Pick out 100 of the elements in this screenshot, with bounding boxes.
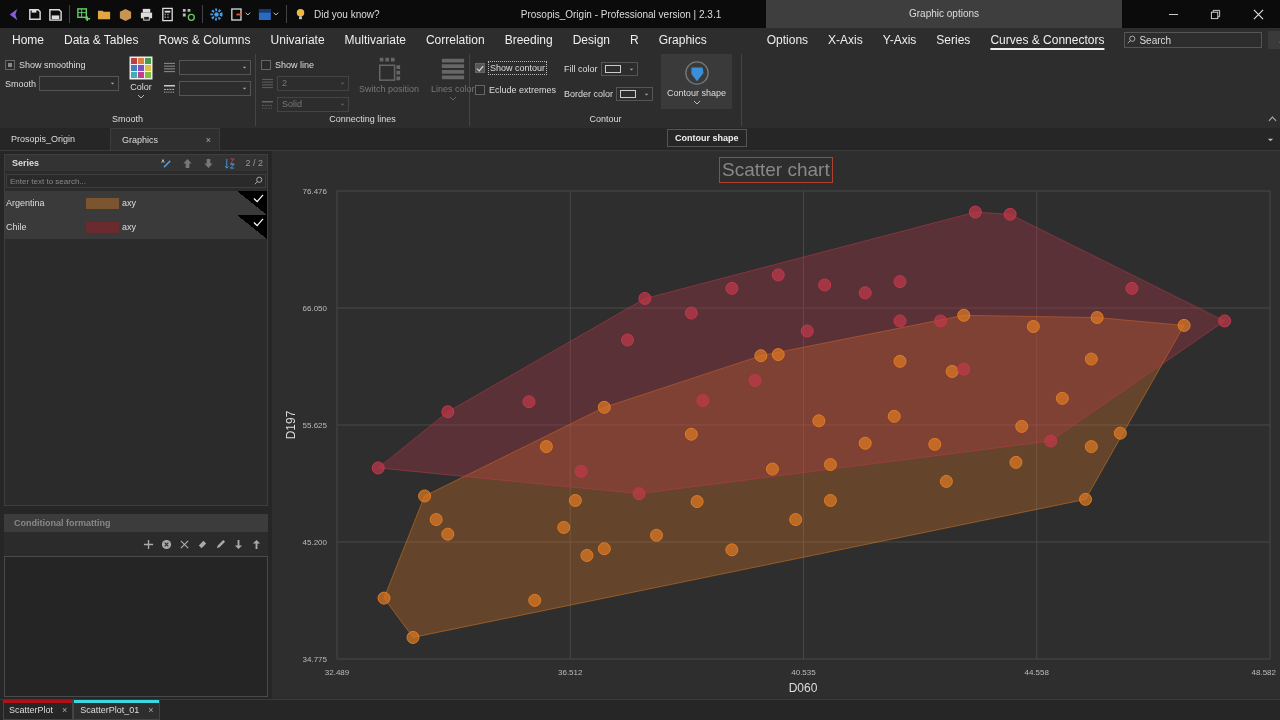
document-tab[interactable]: Graphics × xyxy=(110,128,220,150)
settings-icon[interactable] xyxy=(209,6,224,22)
sort-icon[interactable] xyxy=(224,157,236,169)
data-point xyxy=(1055,391,1069,405)
smooth-label: Smooth xyxy=(5,78,37,89)
data-point xyxy=(621,333,634,347)
check-icon xyxy=(253,218,264,227)
tab-label: Prosopis_Origin xyxy=(11,134,76,144)
restore-icon[interactable] xyxy=(1210,8,1222,20)
search-field[interactable]: Search xyxy=(1124,32,1263,48)
data-point xyxy=(1044,434,1058,448)
visibility-check[interactable] xyxy=(237,215,267,239)
dropdown-arrow-icon[interactable] xyxy=(1267,136,1274,143)
y-tick-label: 45.200 xyxy=(302,538,327,547)
data-point xyxy=(568,494,582,507)
checkbox[interactable] xyxy=(475,63,485,73)
move-down-icon[interactable] xyxy=(203,157,215,169)
edit-icon[interactable] xyxy=(215,538,226,550)
grid-icon xyxy=(376,56,402,82)
data-point xyxy=(597,542,611,556)
menu-tab[interactable]: Series xyxy=(926,31,981,49)
data-point xyxy=(771,348,785,362)
menu-tab[interactable]: Correlation xyxy=(415,31,495,49)
data-point xyxy=(818,278,832,292)
x-tick-label: 32.489 xyxy=(324,668,350,677)
series-item[interactable]: Chile axy xyxy=(5,215,267,239)
save-all-icon[interactable] xyxy=(48,6,63,22)
menu-tab[interactable]: Home xyxy=(2,31,54,49)
save-icon[interactable] xyxy=(27,6,42,22)
rename-icon[interactable] xyxy=(161,157,173,169)
close-tab-button[interactable]: × xyxy=(205,134,211,145)
theme-color-icon[interactable] xyxy=(258,6,280,22)
data-point xyxy=(957,308,971,322)
menu-tab[interactable]: Options xyxy=(756,31,819,49)
data-point xyxy=(650,528,663,542)
calculator-icon[interactable] xyxy=(160,6,175,22)
data-point xyxy=(928,437,942,451)
checkbox[interactable] xyxy=(5,60,15,70)
menu-tab[interactable]: Curves & Connectors xyxy=(980,31,1115,49)
add-table-icon[interactable] xyxy=(76,6,91,22)
menu-tab[interactable]: R xyxy=(620,31,649,49)
print-icon[interactable] xyxy=(139,6,154,22)
data-point xyxy=(684,427,698,441)
chevron-icon xyxy=(137,94,146,99)
visibility-check[interactable] xyxy=(237,191,267,215)
data-point xyxy=(371,461,385,475)
checkbox[interactable] xyxy=(475,85,485,95)
series-item[interactable]: Argentina axy xyxy=(5,191,267,215)
data-point xyxy=(574,464,588,478)
refresh-grid-icon[interactable] xyxy=(181,6,196,22)
menu-tab[interactable]: Design xyxy=(562,31,621,49)
menu-tab[interactable]: Y-Axis xyxy=(872,31,927,49)
menu-tab[interactable]: Univariate xyxy=(260,31,335,49)
data-point xyxy=(1015,419,1029,433)
menu-tab[interactable]: Data & Tables xyxy=(54,31,149,49)
sheet-tab[interactable]: ScatterPlot_01 × xyxy=(73,700,160,720)
export-icon[interactable] xyxy=(230,6,252,22)
color-button[interactable]: Color xyxy=(127,54,156,101)
data-point xyxy=(1090,311,1104,325)
box-icon[interactable] xyxy=(118,6,133,22)
data-point xyxy=(934,314,948,328)
document-tab[interactable]: Prosopis_Origin xyxy=(0,128,110,150)
search-icon xyxy=(1127,35,1137,44)
series-search-field[interactable]: Enter text to search... xyxy=(6,174,266,188)
data-point xyxy=(1003,207,1017,221)
data-point xyxy=(1009,455,1023,469)
menu-tab[interactable]: Multivariate xyxy=(334,31,416,49)
data-point xyxy=(771,268,785,282)
series-color-swatch[interactable] xyxy=(86,197,119,209)
data-point xyxy=(887,409,901,423)
series-color-swatch[interactable] xyxy=(86,221,119,233)
border-color-picker[interactable] xyxy=(616,87,654,101)
fill-color-label: Fill color xyxy=(564,64,598,74)
close-tab-button[interactable]: × xyxy=(62,704,68,715)
group-label: Contour xyxy=(588,114,623,126)
menu-tab[interactable]: Breeding xyxy=(494,31,563,49)
menu-tab[interactable]: Graphics xyxy=(648,31,717,49)
add-icon[interactable] xyxy=(143,538,154,550)
move-up-icon[interactable] xyxy=(182,157,194,169)
close-icon[interactable] xyxy=(1253,8,1265,20)
data-point xyxy=(1113,426,1127,440)
menu-tab[interactable]: X-Axis xyxy=(818,31,873,49)
move-down-icon[interactable] xyxy=(233,538,244,550)
checkbox[interactable] xyxy=(261,60,271,70)
fill-color-picker[interactable] xyxy=(600,62,638,76)
checkbox-label: Show contour xyxy=(489,62,547,74)
line-style-icon xyxy=(261,99,274,110)
move-up-icon[interactable] xyxy=(251,538,262,550)
eraser-icon[interactable] xyxy=(197,538,208,550)
tab-label: Graphics xyxy=(122,134,158,145)
close-tab-button[interactable]: × xyxy=(148,704,154,715)
sheet-tab[interactable]: ScatterPlot × xyxy=(3,700,74,720)
collapse-ribbon-icon[interactable] xyxy=(1268,116,1277,122)
menu-tab[interactable]: Rows & Columns xyxy=(148,31,261,49)
remove-circle-icon[interactable] xyxy=(161,538,172,550)
delete-icon[interactable] xyxy=(179,538,190,550)
data-point xyxy=(1026,320,1040,334)
did-you-know-link[interactable]: Did you know? xyxy=(314,8,380,20)
contour-shape-button[interactable]: Contour shape xyxy=(661,54,733,109)
data-point xyxy=(945,364,959,378)
